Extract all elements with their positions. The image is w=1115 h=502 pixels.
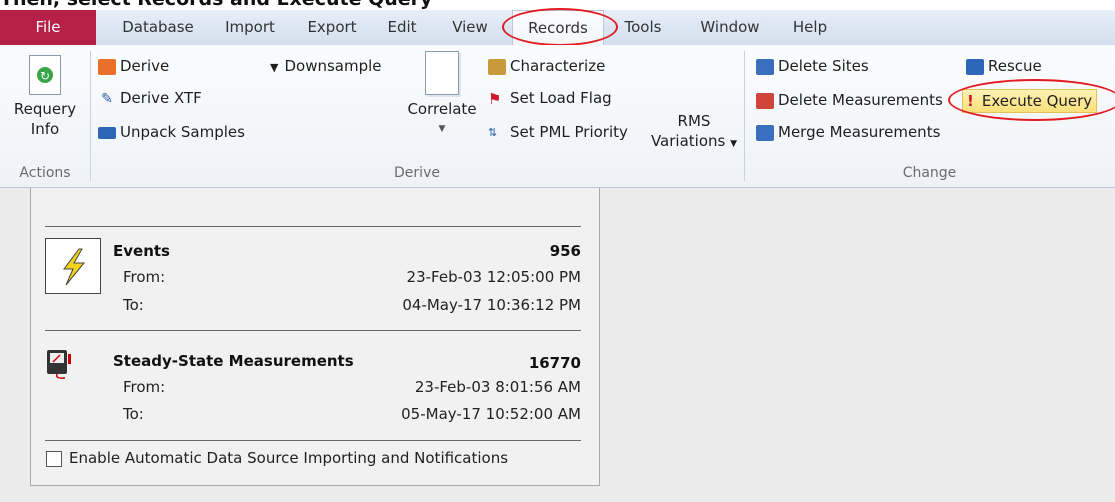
lightning-bolt-icon: [45, 238, 101, 294]
delete-measurements-label: Delete Measurements: [778, 91, 943, 109]
meter-icon: [45, 348, 75, 380]
tab-view[interactable]: View: [440, 10, 500, 45]
steady-to-value: 05-May-17 10:52:00 AM: [401, 405, 581, 423]
derive-icon: [98, 58, 116, 75]
tab-records[interactable]: Records: [512, 10, 604, 47]
derive-xtf-button[interactable]: ✎ Derive XTF: [98, 87, 202, 109]
steady-from-label: From:: [123, 378, 166, 396]
characterize-icon: [488, 58, 506, 75]
sort-icon: ⇅: [488, 125, 498, 139]
set-load-flag-label: Set Load Flag: [510, 89, 612, 107]
variations-label: Variations: [650, 132, 726, 150]
caption-strip: Then, select Records and Execute Query: [0, 0, 1115, 10]
events-from-value: 23-Feb-03 12:05:00 PM: [406, 268, 581, 286]
exclamation-icon: !: [967, 92, 974, 110]
divider: [45, 440, 581, 441]
ribbon-panel: ↻ Requery Info Actions Derive ✎ Derive XT…: [0, 45, 1115, 188]
refresh-document-icon: ↻: [29, 55, 61, 95]
downsample-button[interactable]: ▼ Downsample: [270, 55, 382, 77]
caption-text: Then, select Records and Execute Query: [0, 0, 432, 10]
ribbon-tab-bar: File Database Import Export Edit View Re…: [0, 8, 1115, 47]
requery-label-line2: Info: [30, 120, 60, 138]
events-to-label: To:: [123, 296, 144, 314]
tab-help[interactable]: Help: [782, 10, 838, 45]
derive-button[interactable]: Derive: [98, 55, 169, 77]
delete-sites-icon: [756, 58, 774, 75]
tab-file[interactable]: File: [0, 10, 96, 45]
set-load-flag-button[interactable]: ⚑ Set Load Flag: [488, 87, 612, 109]
svg-text:↻: ↻: [40, 69, 50, 83]
tab-import[interactable]: Import: [214, 10, 286, 45]
events-title: Events: [113, 242, 170, 260]
characterize-button[interactable]: Characterize: [488, 55, 605, 77]
delete-sites-button[interactable]: Delete Sites: [756, 55, 869, 77]
merge-measurements-label: Merge Measurements: [778, 123, 941, 141]
rms-variations-button[interactable]: RMS Variations ▼: [646, 111, 742, 154]
chevron-down-icon: ▼: [730, 139, 738, 149]
summary-panel: Events 956 From: 23-Feb-03 12:05:00 PM T…: [30, 188, 600, 486]
tab-window[interactable]: Window: [690, 10, 770, 45]
steady-to-label: To:: [123, 405, 144, 423]
rms-label: RMS: [677, 112, 711, 130]
execute-query-button[interactable]: ! Execute Query: [962, 89, 1098, 113]
derive-xtf-label: Derive XTF: [120, 89, 202, 107]
set-pml-priority-button[interactable]: ⇅ Set PML Priority: [488, 121, 628, 143]
events-to-value: 04-May-17 10:36:12 PM: [402, 296, 581, 314]
downsample-label: Downsample: [284, 57, 382, 75]
merge-icon: [756, 124, 774, 141]
characterize-label: Characterize: [510, 57, 606, 75]
delete-sites-label: Delete Sites: [778, 57, 869, 75]
set-pml-priority-label: Set PML Priority: [510, 123, 628, 141]
steady-state-title: Steady-State Measurements: [113, 352, 354, 370]
group-label-change: Change: [902, 165, 957, 181]
divider: [45, 330, 581, 331]
events-count: 956: [549, 242, 581, 260]
steady-state-count: 16770: [528, 354, 581, 372]
unpack-samples-button[interactable]: Unpack Samples: [98, 121, 245, 143]
rescue-label: Rescue: [988, 57, 1042, 75]
chevron-down-icon: ▼: [438, 124, 446, 134]
requery-label-line1: Requery: [13, 100, 77, 118]
correlate-button[interactable]: Correlate ▼: [400, 51, 484, 139]
delete-measurements-icon: [756, 92, 774, 109]
divider: [45, 226, 581, 227]
execute-query-label: Execute Query: [981, 92, 1093, 110]
group-label-actions: Actions: [19, 165, 71, 181]
table-icon: [966, 58, 984, 75]
requery-info-button[interactable]: ↻ Requery Info: [6, 55, 84, 139]
rms-variations-line2: Variations ▼: [646, 131, 742, 154]
main-content: Events 956 From: 23-Feb-03 12:05:00 PM T…: [0, 188, 1115, 502]
triangle-down-icon: ▼: [270, 61, 279, 74]
derive-label: Derive: [120, 57, 170, 75]
tab-tools[interactable]: Tools: [608, 10, 678, 45]
tab-edit[interactable]: Edit: [376, 10, 428, 45]
flag-icon: ⚑: [488, 89, 502, 108]
unpack-samples-label: Unpack Samples: [120, 123, 245, 141]
steady-from-value: 23-Feb-03 8:01:56 AM: [414, 378, 581, 396]
merge-measurements-button[interactable]: Merge Measurements: [756, 121, 940, 143]
delete-measurements-button[interactable]: Delete Measurements: [756, 89, 943, 111]
unpack-icon: [98, 126, 116, 139]
auto-import-checkbox[interactable]: [46, 451, 62, 467]
tab-database[interactable]: Database: [110, 10, 206, 45]
group-label-derive: Derive: [394, 165, 440, 181]
rescue-button[interactable]: Rescue: [966, 55, 1042, 77]
wand-icon: ✎: [101, 90, 113, 107]
document-icon: [425, 51, 459, 95]
correlate-label: Correlate: [407, 100, 477, 118]
tab-export[interactable]: Export: [296, 10, 368, 45]
auto-import-checkbox-label[interactable]: Enable Automatic Data Source Importing a…: [69, 449, 508, 467]
events-from-label: From:: [123, 268, 166, 286]
